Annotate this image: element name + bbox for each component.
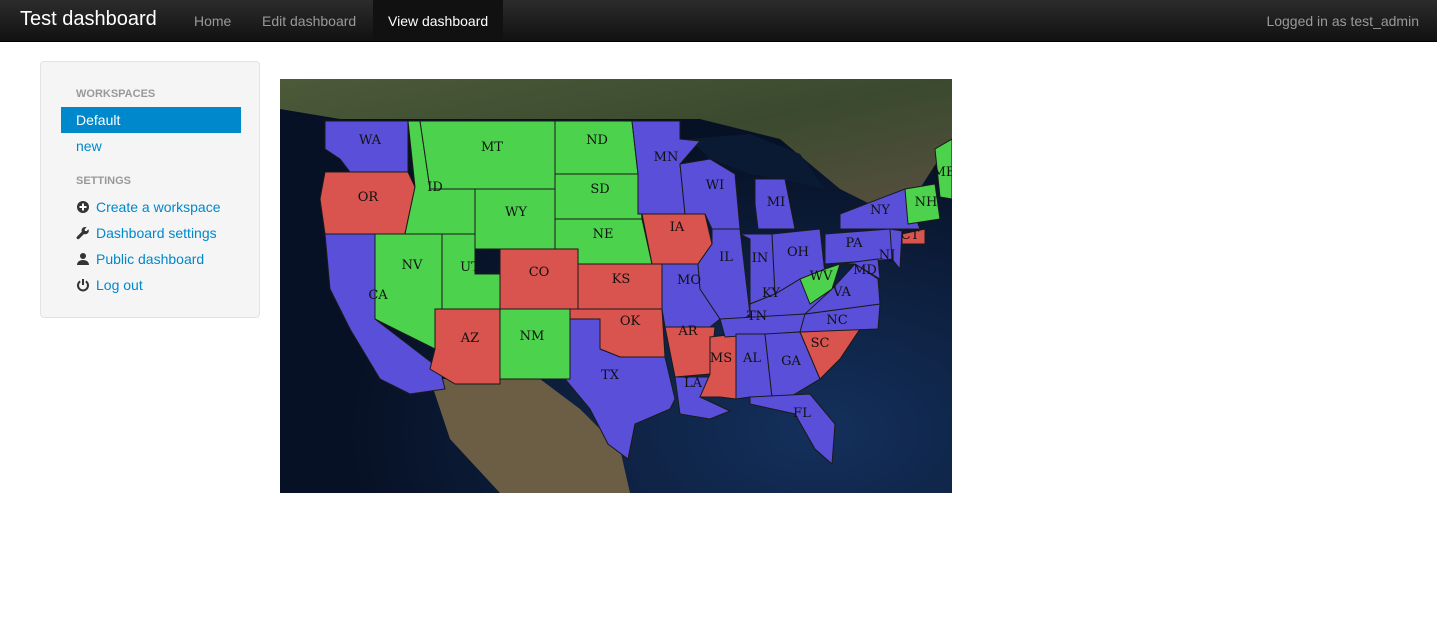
log-out-link[interactable]: Log out (76, 274, 143, 296)
power-icon (77, 279, 89, 292)
plus-circle-icon (77, 201, 89, 213)
state-label-nv: NV (402, 258, 423, 273)
state-label-va: VA (832, 285, 852, 300)
state-label-wv: WV (810, 269, 833, 284)
state-label-nd: ND (586, 133, 608, 148)
workspace-default[interactable]: Default (61, 107, 241, 133)
log-out-label: Log out (96, 277, 143, 293)
state-label-mn: MN (654, 150, 679, 165)
state-label-nh: NH (915, 195, 938, 210)
state-label-tx: TX (601, 368, 620, 383)
wrench-icon (76, 226, 89, 240)
state-label-in: IN (752, 251, 769, 266)
create-workspace-label: Create a workspace (96, 199, 221, 215)
brand-title[interactable]: Test dashboard (20, 8, 157, 31)
nav-edit-dashboard[interactable]: Edit dashboard (247, 0, 371, 41)
state-label-ks: KS (612, 272, 631, 287)
state-label-wy: WY (505, 205, 527, 220)
dashboard-settings-label: Dashboard settings (96, 225, 217, 241)
state-label-nj: NJ (879, 248, 896, 263)
state-label-ca: CA (368, 288, 388, 303)
settings-header: SETTINGS (76, 175, 132, 187)
state-label-ar: AR (677, 324, 698, 339)
state-nm[interactable] (499, 308, 571, 380)
state-label-sc: SC (811, 336, 830, 351)
state-label-ct: CT (901, 228, 920, 243)
state-label-ky: KY (762, 286, 780, 301)
state-label-wa: WA (359, 133, 382, 148)
state-label-ut: UT (460, 260, 480, 275)
nav-view-dashboard[interactable]: View dashboard (373, 0, 504, 41)
state-label-co: CO (529, 265, 550, 280)
state-label-mt: MT (481, 140, 503, 155)
state-label-nc: NC (826, 313, 847, 328)
state-label-az: AZ (460, 331, 479, 346)
state-label-la: LA (684, 376, 703, 391)
state-label-ok: OK (620, 314, 641, 329)
state-label-id: ID (427, 180, 443, 195)
state-label-sd: SD (590, 182, 609, 197)
state-label-ms: MS (710, 351, 732, 366)
state-label-fl: FL (793, 406, 811, 421)
state-az[interactable] (429, 308, 501, 385)
nav-home[interactable]: Home (179, 0, 246, 41)
public-dashboard-label: Public dashboard (96, 251, 205, 267)
map-canvas: WA OR CA ID MT NV UT WY AZ NM CO ND SD NE KS OK TX MN IA MO… (280, 79, 952, 493)
state-label-oh: OH (787, 245, 809, 260)
state-label-wi: WI (706, 178, 725, 193)
create-workspace-link[interactable]: Create a workspace (76, 196, 221, 218)
state-label-ny: NY (870, 203, 890, 218)
workspaces-header: WORKSPACES (76, 88, 156, 100)
state-label-ia: IA (670, 220, 685, 235)
state-label-mi: MI (767, 195, 785, 210)
public-dashboard-link[interactable]: Public dashboard (76, 248, 204, 270)
user-icon (77, 253, 89, 265)
sidebar: WORKSPACES Default new SETTINGS Create a… (40, 61, 260, 318)
dashboard-settings-link[interactable]: Dashboard settings (76, 222, 217, 244)
state-label-ne: NE (593, 227, 614, 242)
state-label-tn: TN (747, 309, 767, 324)
logged-in-text: Logged in as test_admin (1266, 13, 1419, 29)
state-label-or: OR (358, 190, 380, 205)
us-states-map[interactable]: WA OR CA ID MT NV UT WY AZ NM CO ND SD NE KS OK TX MN IA MO… (280, 79, 952, 493)
state-label-al: AL (742, 351, 761, 366)
state-label-pa: PA (846, 236, 864, 251)
state-label-mo: MO (677, 273, 701, 288)
state-label-il: IL (719, 250, 733, 265)
workspace-new[interactable]: new (61, 133, 241, 159)
state-label-nm: NM (520, 329, 545, 344)
state-mt[interactable] (419, 120, 556, 190)
state-label-md: MD (853, 263, 877, 278)
state-label-ga: GA (781, 354, 801, 369)
state-label-me: ME (933, 165, 952, 180)
top-navbar: Test dashboard Home Edit dashboard View … (0, 0, 1437, 42)
